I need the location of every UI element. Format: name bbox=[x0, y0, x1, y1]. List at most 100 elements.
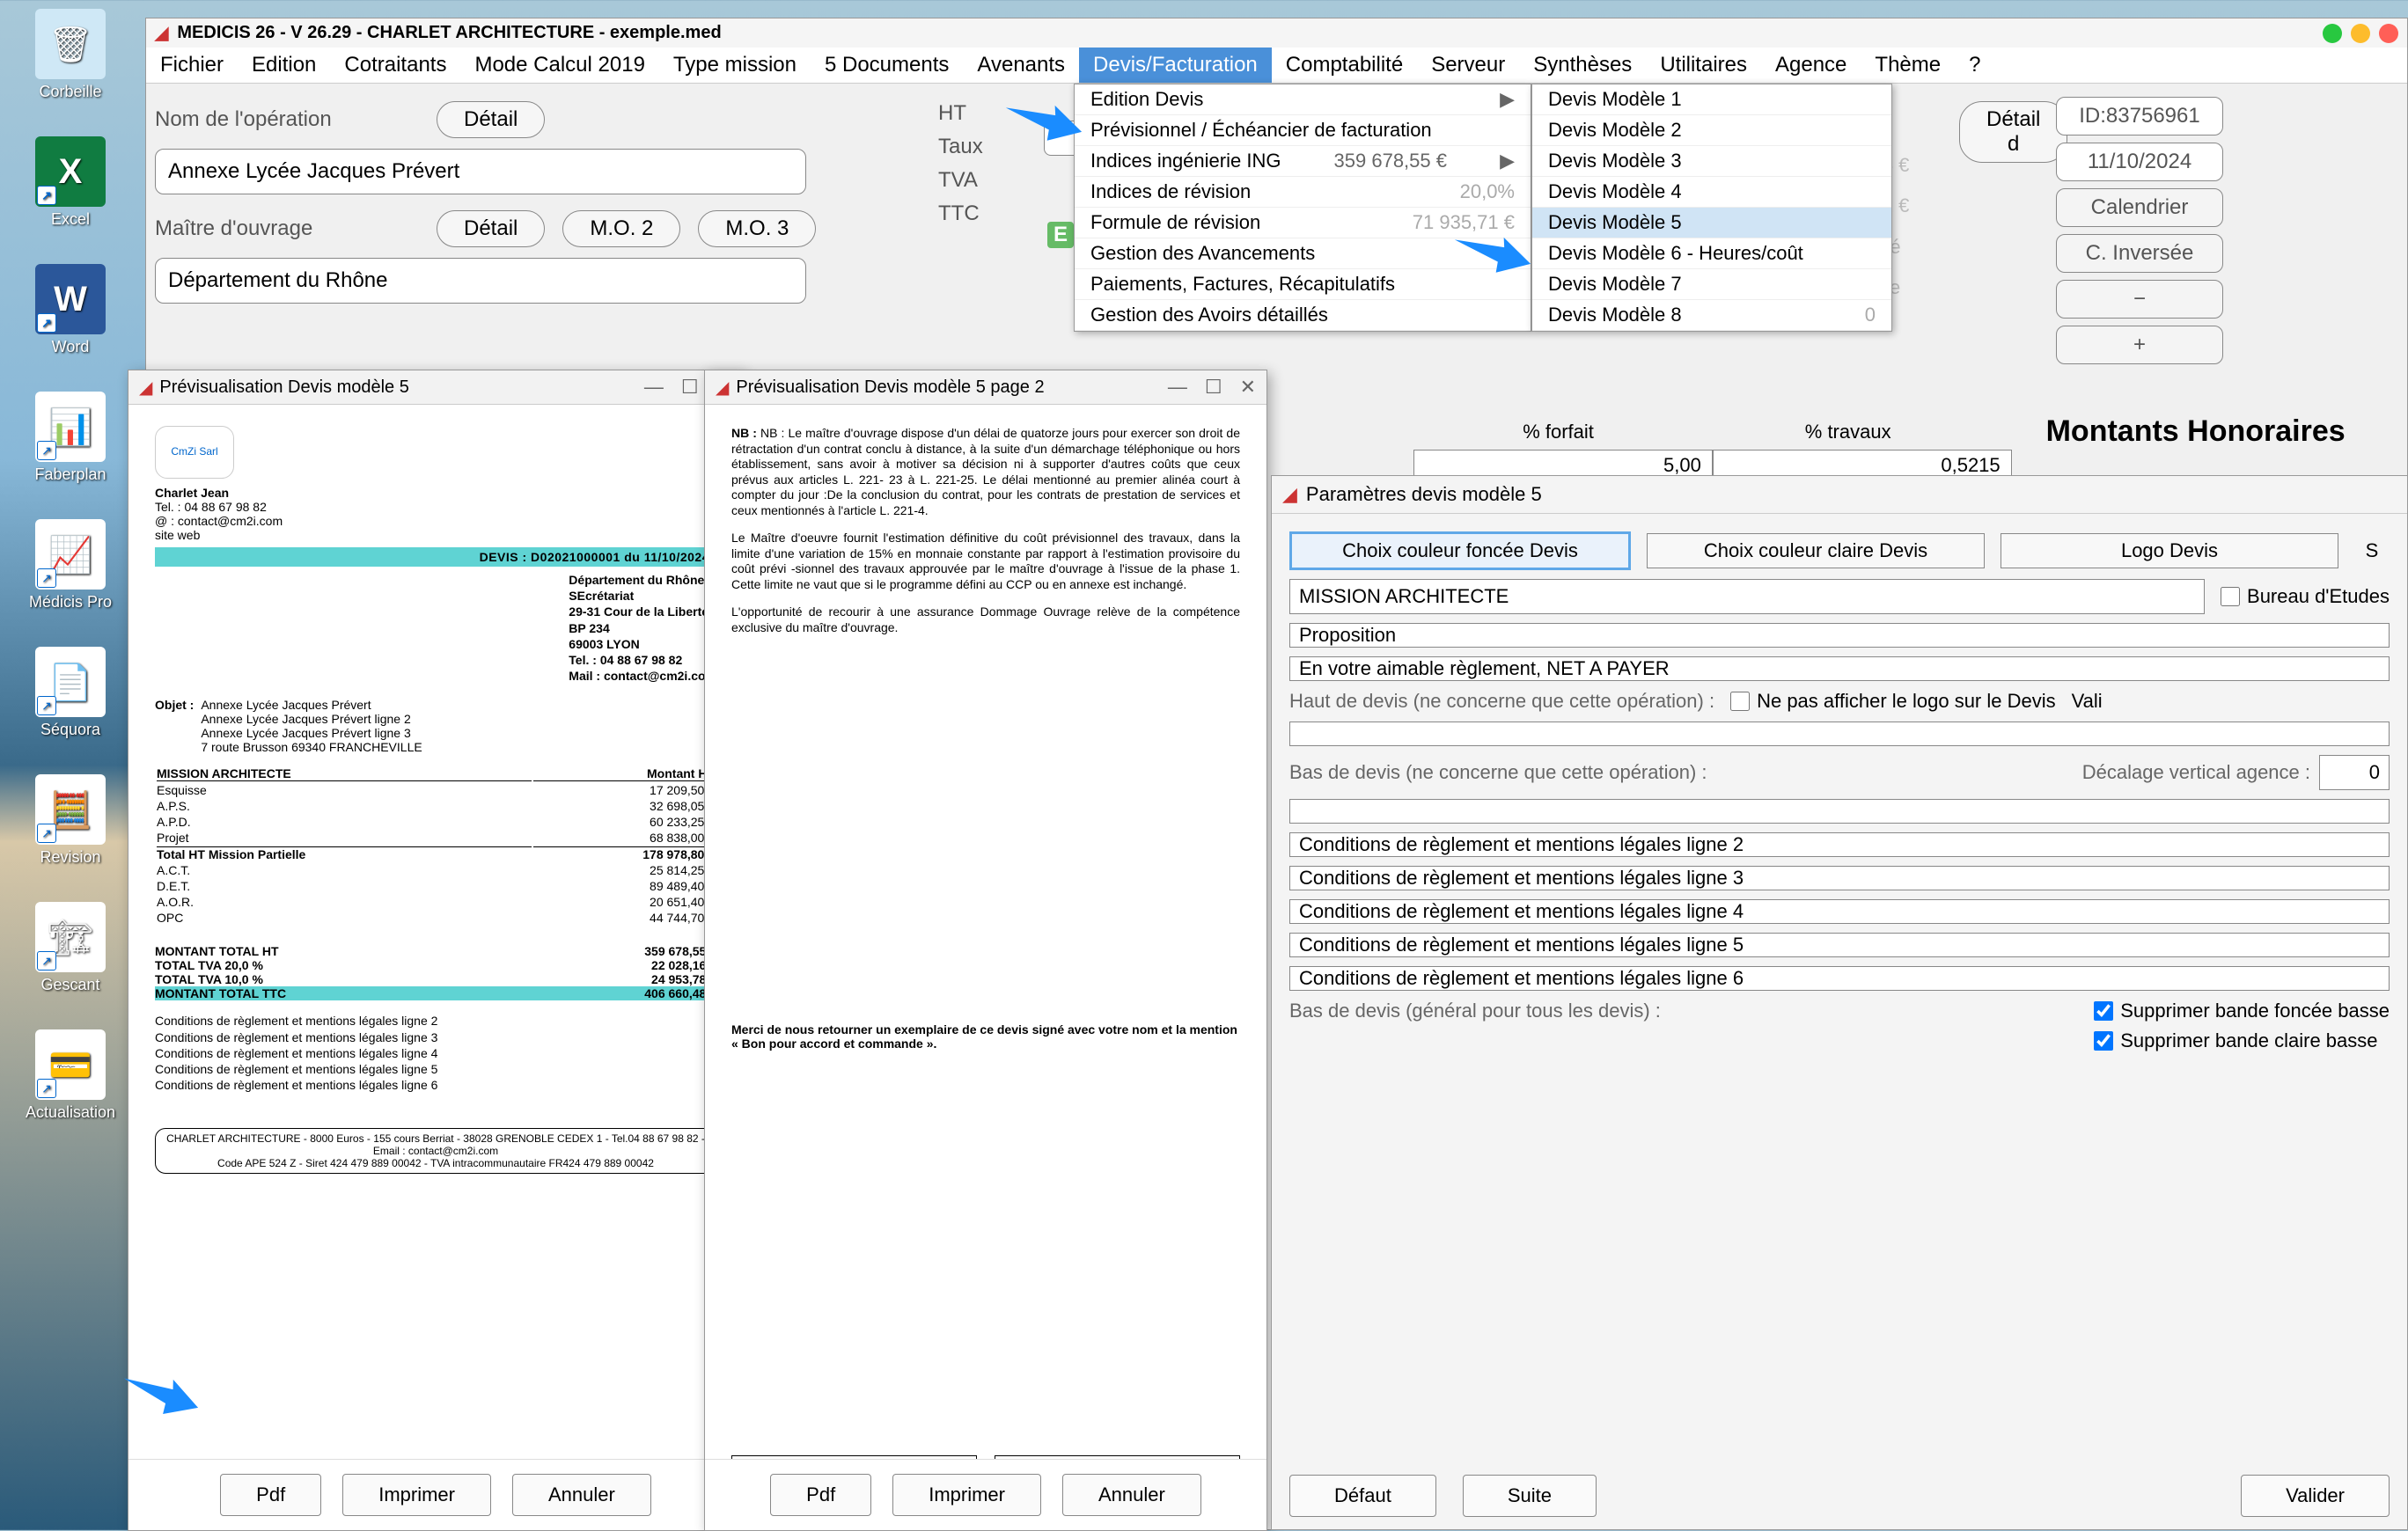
minimize-icon[interactable]: — bbox=[1168, 376, 1187, 399]
calendar-button[interactable]: Calendrier bbox=[2056, 188, 2223, 227]
menu-edition[interactable]: Edition bbox=[238, 48, 330, 83]
pdf-button[interactable]: Pdf bbox=[770, 1474, 871, 1516]
preview1-window: ◢Prévisualisation Devis modèle 5 —☐✕ CmZ… bbox=[128, 370, 744, 1531]
shortcut-icon: ↗ bbox=[37, 1079, 56, 1098]
maximize-icon[interactable]: ☐ bbox=[681, 376, 699, 399]
menu-devis-facturation[interactable]: Devis/Facturation bbox=[1079, 48, 1272, 83]
color-dark-button[interactable]: Choix couleur foncée Devis bbox=[1289, 531, 1631, 570]
reglement-input[interactable] bbox=[1289, 656, 2390, 681]
operation-detail-button[interactable]: Détail bbox=[437, 101, 545, 138]
menu-cotraitants[interactable]: Cotraitants bbox=[330, 48, 460, 83]
minus-button[interactable]: − bbox=[2056, 280, 2223, 319]
mo-detail-button[interactable]: Détail bbox=[437, 210, 545, 247]
desktop-icon-revision[interactable]: 🧮↗Revision bbox=[18, 774, 123, 867]
mo3-button[interactable]: M.O. 3 bbox=[698, 210, 816, 247]
detail-button[interactable]: Détail d bbox=[1959, 101, 2067, 163]
menu-paiements[interactable]: Paiements, Factures, Récapitulatifs bbox=[1075, 269, 1531, 300]
desktop-icon-word[interactable]: W↗Word bbox=[18, 264, 123, 356]
close-icon[interactable]: ✕ bbox=[1240, 376, 1256, 399]
modele-2[interactable]: Devis Modèle 2 bbox=[1532, 115, 1891, 146]
menu-agence[interactable]: Agence bbox=[1761, 48, 1861, 83]
menu-theme[interactable]: Thème bbox=[1861, 48, 1955, 83]
menu-help[interactable]: ? bbox=[1955, 48, 1994, 83]
shortcut-icon: ↗ bbox=[37, 441, 56, 460]
cancel-button[interactable]: Annuler bbox=[1062, 1474, 1201, 1516]
mission-table: MISSION ARCHITECTEMontant HT Esquisse17 … bbox=[155, 765, 716, 927]
modele-3[interactable]: Devis Modèle 3 bbox=[1532, 146, 1891, 177]
inverse-button[interactable]: C. Inversée bbox=[2056, 234, 2223, 273]
logo-button[interactable]: Logo Devis bbox=[2001, 533, 2338, 568]
desktop-icon-faberplan[interactable]: 📊↗Faberplan bbox=[18, 392, 123, 484]
word-icon: W bbox=[54, 280, 87, 319]
id-box: ID:83756961 11/10/2024 Calendrier C. Inv… bbox=[2056, 97, 2223, 364]
plus-button[interactable]: + bbox=[2056, 326, 2223, 364]
close-button[interactable] bbox=[2379, 24, 2398, 43]
modele-7[interactable]: Devis Modèle 7 bbox=[1532, 269, 1891, 300]
menu-indices-ing[interactable]: Indices ingénierie ING359 678,55 €▶ bbox=[1075, 146, 1531, 177]
menu-comptabilite[interactable]: Comptabilité bbox=[1272, 48, 1417, 83]
decalage-input[interactable] bbox=[2319, 755, 2390, 790]
desktop-icon-gescant[interactable]: 🏗↗Gescant bbox=[18, 902, 123, 994]
operation-name-input[interactable] bbox=[155, 149, 806, 194]
desktop-icon-medicis[interactable]: 📈↗Médicis Pro bbox=[18, 519, 123, 612]
bas-devis-input[interactable] bbox=[1289, 799, 2390, 824]
desktop-icon-sequora[interactable]: 📄↗Séquora bbox=[18, 647, 123, 739]
desktop-icon-excel[interactable]: X↗Excel bbox=[18, 136, 123, 229]
company-logo: CmZi Sarl bbox=[155, 426, 234, 479]
menu-fichier[interactable]: Fichier bbox=[146, 48, 238, 83]
shortcut-icon: ↗ bbox=[37, 568, 56, 588]
maximize-button[interactable] bbox=[2351, 24, 2370, 43]
id-field: ID:83756961 bbox=[2056, 97, 2223, 136]
mission-input[interactable] bbox=[1289, 579, 2205, 614]
minimize-button[interactable] bbox=[2323, 24, 2342, 43]
modele-4[interactable]: Devis Modèle 4 bbox=[1532, 177, 1891, 208]
minimize-icon[interactable]: — bbox=[644, 376, 664, 399]
app-logo-icon: ◢ bbox=[139, 377, 152, 399]
operation-label: Nom de l'opération bbox=[155, 107, 419, 132]
default-button[interactable]: Défaut bbox=[1289, 1475, 1436, 1517]
menu-edition-devis[interactable]: Edition Devis▶ bbox=[1075, 84, 1531, 115]
modele-6[interactable]: Devis Modèle 6 - Heures/coût bbox=[1532, 238, 1891, 269]
cancel-button[interactable]: Annuler bbox=[512, 1474, 651, 1516]
hide-logo-checkbox[interactable]: Ne pas afficher le logo sur le Devis bbox=[1730, 690, 2056, 713]
legal-line-2[interactable] bbox=[1289, 832, 2390, 857]
menu-mode-calcul[interactable]: Mode Calcul 2019 bbox=[460, 48, 658, 83]
bureau-checkbox[interactable]: Bureau d'Etudes bbox=[2221, 585, 2390, 608]
menu-documents[interactable]: 5 Documents bbox=[811, 48, 963, 83]
mo-name-input[interactable] bbox=[155, 258, 806, 304]
pdf-button[interactable]: Pdf bbox=[220, 1474, 321, 1516]
legal-line-3[interactable] bbox=[1289, 866, 2390, 890]
modele-1[interactable]: Devis Modèle 1 bbox=[1532, 84, 1891, 115]
print-button[interactable]: Imprimer bbox=[342, 1474, 491, 1516]
modele-5[interactable]: Devis Modèle 5 bbox=[1532, 208, 1891, 238]
maximize-icon[interactable]: ☐ bbox=[1205, 376, 1222, 399]
proposition-input[interactable] bbox=[1289, 623, 2390, 648]
desktop-icon-actualisation[interactable]: 💳↗Actualisation bbox=[18, 1029, 123, 1122]
app-logo-icon: ◢ bbox=[716, 377, 729, 399]
valider-button[interactable]: Valider bbox=[2241, 1475, 2390, 1517]
supprimer-dark-checkbox[interactable]: Supprimer bande foncée basse bbox=[2094, 1000, 2390, 1022]
print-button[interactable]: Imprimer bbox=[892, 1474, 1041, 1516]
date-field[interactable]: 11/10/2024 bbox=[2056, 143, 2223, 181]
menu-indices-revision[interactable]: Indices de révision20,0% bbox=[1075, 177, 1531, 208]
legal-line-6[interactable] bbox=[1289, 966, 2390, 991]
menu-serveur[interactable]: Serveur bbox=[1417, 48, 1519, 83]
app-logo-icon: ◢ bbox=[155, 22, 168, 44]
s-button[interactable]: S bbox=[2354, 539, 2390, 562]
menu-avenants[interactable]: Avenants bbox=[963, 48, 1079, 83]
haut-devis-input[interactable] bbox=[1289, 722, 2390, 746]
color-light-button[interactable]: Choix couleur claire Devis bbox=[1647, 533, 1985, 568]
suite-button[interactable]: Suite bbox=[1463, 1475, 1597, 1517]
legal-line-5[interactable] bbox=[1289, 933, 2390, 957]
modele-8[interactable]: Devis Modèle 8 0 bbox=[1532, 300, 1891, 331]
menu-syntheses[interactable]: Synthèses bbox=[1519, 48, 1646, 83]
legal-line-4[interactable] bbox=[1289, 899, 2390, 924]
menu-type-mission[interactable]: Type mission bbox=[659, 48, 811, 83]
menu-utilitaires[interactable]: Utilitaires bbox=[1646, 48, 1761, 83]
window-title: MEDICIS 26 - V 26.29 - CHARLET ARCHITECT… bbox=[177, 23, 721, 43]
menu-gestion-avoirs[interactable]: Gestion des Avoirs détaillés bbox=[1075, 300, 1531, 331]
desktop-icon-corbeille[interactable]: 🗑Corbeille bbox=[18, 9, 123, 101]
menu-previsionnel[interactable]: Prévisionnel / Échéancier de facturation bbox=[1075, 115, 1531, 146]
supprimer-light-checkbox[interactable]: Supprimer bande claire basse bbox=[2094, 1029, 2390, 1052]
mo2-button[interactable]: M.O. 2 bbox=[562, 210, 680, 247]
